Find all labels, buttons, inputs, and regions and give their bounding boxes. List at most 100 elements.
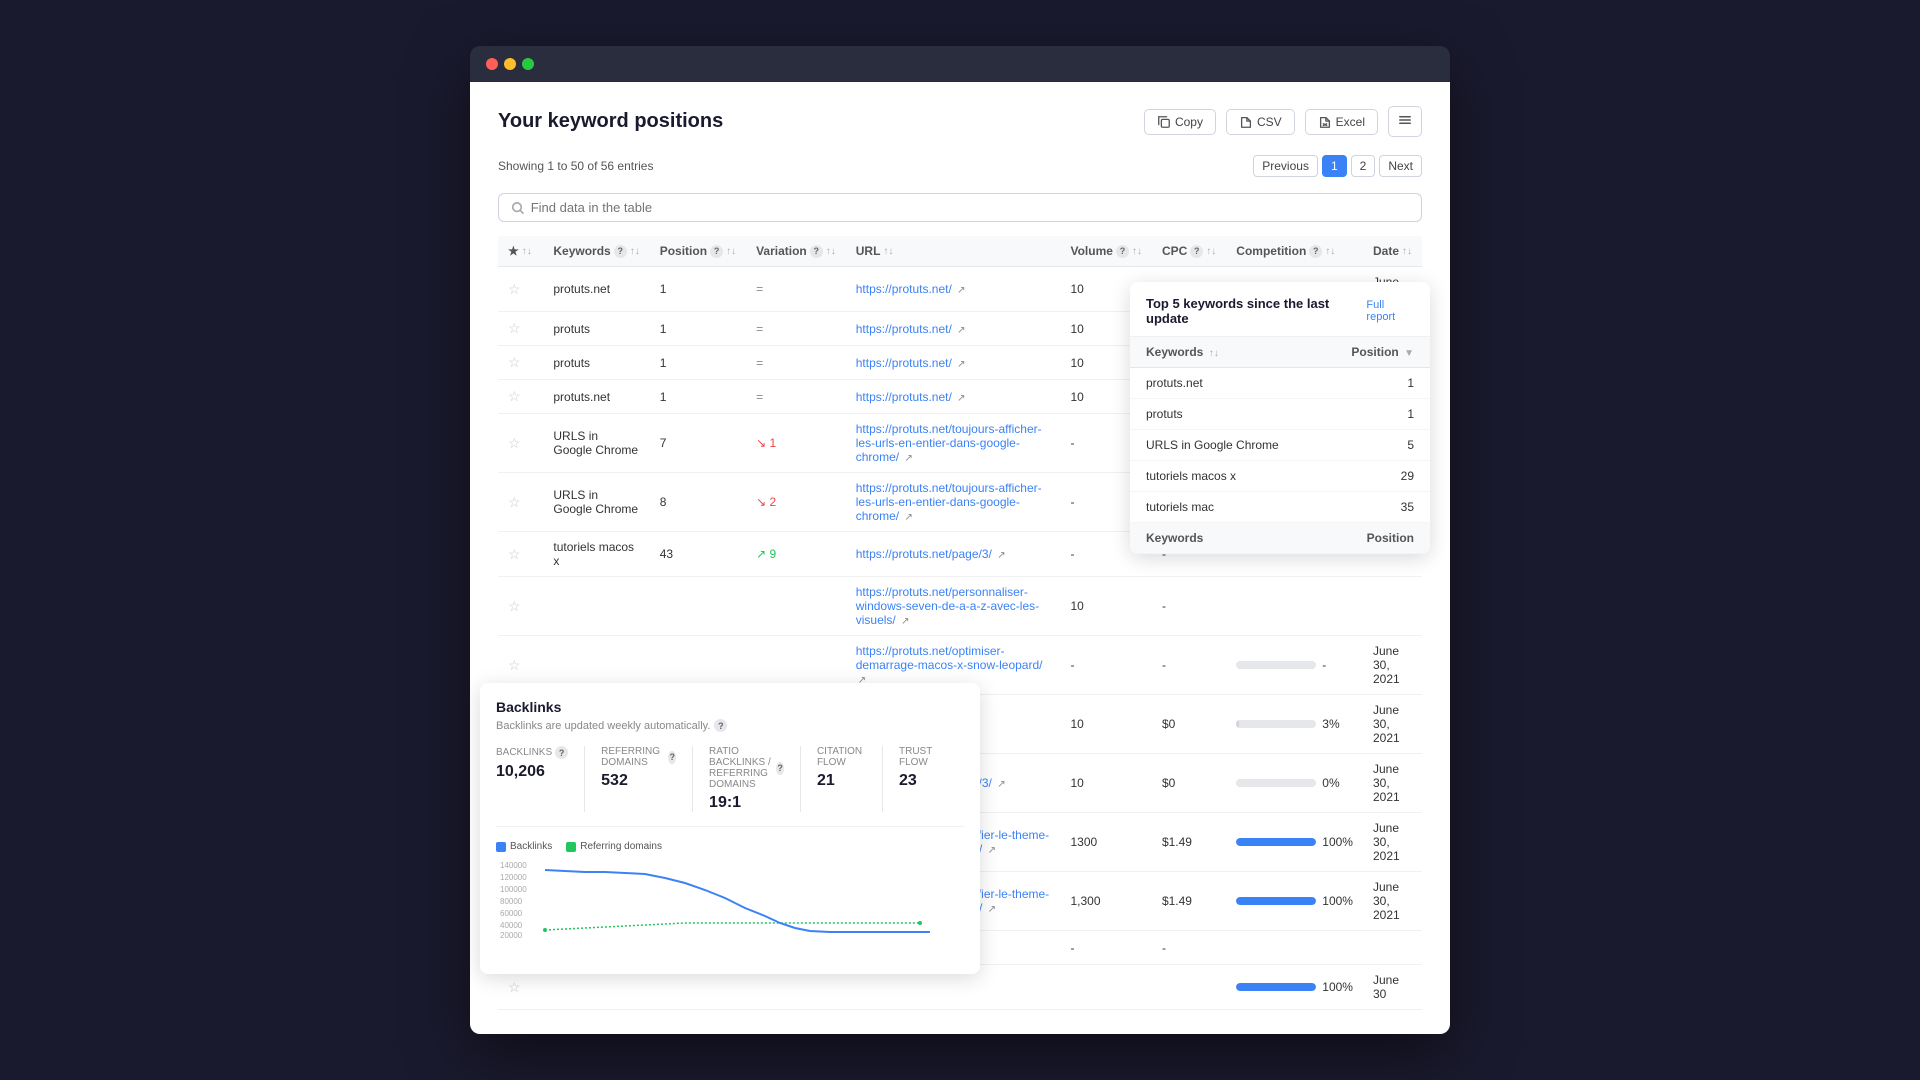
star-button[interactable]: ☆ xyxy=(508,281,521,298)
cpc-cell: $1.49 xyxy=(1152,872,1226,931)
backlinks-panel: Backlinks Backlinks are updated weekly a… xyxy=(480,683,980,974)
star-button[interactable]: ☆ xyxy=(508,979,521,996)
col-date[interactable]: Date ↑↓ xyxy=(1363,236,1422,267)
table-row: ☆ https://protuts.net/personnaliser-windo… xyxy=(498,577,1422,636)
date-cell: June 30 xyxy=(1363,965,1422,1010)
pagination: Previous 1 2 Next xyxy=(1253,155,1422,177)
position-cell: 1 xyxy=(650,312,746,346)
csv-button[interactable]: CSV xyxy=(1226,109,1295,135)
excel-button[interactable]: Excel xyxy=(1305,109,1378,135)
stat-backlinks: BACKLINKS ? 10,206 xyxy=(496,746,585,812)
tooltip-row: tutoriels macos x 29 xyxy=(1130,461,1430,492)
col-position[interactable]: Position ? ↑↓ xyxy=(650,236,746,267)
position-cell xyxy=(650,577,746,636)
date-cell: June 30, 2021 xyxy=(1363,872,1422,931)
competition-info-icon: ? xyxy=(1309,245,1322,258)
backlinks-count-info: ? xyxy=(555,746,568,759)
variation-cell: = xyxy=(746,267,846,312)
page-2-btn[interactable]: 2 xyxy=(1351,155,1376,177)
cpc-cell: - xyxy=(1152,636,1226,695)
full-report-link[interactable]: Full report xyxy=(1366,299,1414,323)
backlinks-stats: BACKLINKS ? 10,206 REFERRING DOMAINS ? 5… xyxy=(496,746,964,827)
search-input[interactable] xyxy=(531,200,1409,215)
next-page-btn[interactable]: Next xyxy=(1379,155,1422,177)
position-cell: 7 xyxy=(650,414,746,473)
svg-text:140000: 140000 xyxy=(500,861,527,870)
external-link-icon: ↗ xyxy=(957,359,965,370)
tooltip-keyword: tutoriels mac xyxy=(1130,492,1321,523)
page-title: Your keyword positions xyxy=(498,110,723,133)
competition-cell: 100% xyxy=(1226,872,1363,931)
chart-legend: Backlinks Referring domains xyxy=(496,841,964,852)
page-1-btn[interactable]: 1 xyxy=(1322,155,1347,177)
url-link[interactable]: https://protuts.net/toujours-afficher-le… xyxy=(856,422,1042,464)
close-dot[interactable] xyxy=(486,58,498,70)
external-link-icon: ↗ xyxy=(988,845,996,856)
competition-bar xyxy=(1236,720,1316,728)
competition-pct: 100% xyxy=(1322,835,1353,849)
url-link[interactable]: https://protuts.net/ ↗ xyxy=(856,282,966,296)
copy-button[interactable]: Copy xyxy=(1144,109,1216,135)
competition-fill xyxy=(1236,983,1316,991)
legend-referring-dot xyxy=(566,842,576,852)
variation-equal: = xyxy=(756,322,763,336)
col-url[interactable]: URL ↑↓ xyxy=(846,236,1061,267)
url-link[interactable]: https://protuts.net/page/3/ ↗ xyxy=(856,547,1006,561)
col-favorite: ★ ↑↓ xyxy=(498,236,543,267)
url-link[interactable]: https://protuts.net/ ↗ xyxy=(856,322,966,336)
star-button[interactable]: ☆ xyxy=(508,435,521,452)
star-button[interactable]: ☆ xyxy=(508,354,521,371)
menu-button[interactable] xyxy=(1388,106,1422,137)
url-link[interactable]: https://protuts.net/optimiser-demarrage-… xyxy=(856,644,1043,686)
url-link[interactable]: https://protuts.net/toujours-afficher-le… xyxy=(856,481,1042,523)
keyword-cell: URLS in Google Chrome xyxy=(543,473,649,532)
col-cpc[interactable]: CPC ? ↑↓ xyxy=(1152,236,1226,267)
col-competition[interactable]: Competition ? ↑↓ xyxy=(1226,236,1363,267)
keyword-cell: protuts xyxy=(543,312,649,346)
prev-page-btn[interactable]: Previous xyxy=(1253,155,1318,177)
tooltip-col-keywords[interactable]: Keywords ↑↓ xyxy=(1130,337,1321,368)
cpc-cell xyxy=(1152,965,1226,1010)
svg-text:80000: 80000 xyxy=(500,897,523,906)
tooltip-col-position[interactable]: Position ▼ xyxy=(1321,337,1430,368)
star-button[interactable]: ☆ xyxy=(508,546,521,563)
star-button[interactable]: ☆ xyxy=(508,320,521,337)
star-button[interactable]: ☆ xyxy=(508,388,521,405)
legend-referring: Referring domains xyxy=(566,841,662,852)
maximize-dot[interactable] xyxy=(522,58,534,70)
cpc-cell: $1.49 xyxy=(1152,813,1226,872)
competition-pct: - xyxy=(1322,658,1326,672)
svg-text:120000: 120000 xyxy=(500,873,527,882)
svg-text:20000: 20000 xyxy=(500,931,523,938)
tooltip-header: Top 5 keywords since the last update Ful… xyxy=(1130,282,1430,337)
volume-cell: 1300 xyxy=(1060,813,1151,872)
tooltip-table: Keywords ↑↓ Position ▼ protuts.net 1 pro… xyxy=(1130,337,1430,554)
tooltip-position: 5 xyxy=(1321,430,1430,461)
url-link[interactable]: https://protuts.net/ ↗ xyxy=(856,390,966,404)
position-cell: 1 xyxy=(650,380,746,414)
col-keywords[interactable]: Keywords ? ↑↓ xyxy=(543,236,649,267)
variation-info-icon: ? xyxy=(810,245,823,258)
col-variation[interactable]: Variation ? ↑↓ xyxy=(746,236,846,267)
minimize-dot[interactable] xyxy=(504,58,516,70)
url-link[interactable]: https://protuts.net/personnaliser-window… xyxy=(856,585,1039,627)
competition-bar xyxy=(1236,661,1316,669)
tooltip-title: Top 5 keywords since the last update xyxy=(1146,296,1366,326)
backlinks-subtitle: Backlinks are updated weekly automatical… xyxy=(496,719,964,732)
star-button[interactable]: ☆ xyxy=(508,657,521,674)
url-link[interactable]: https://protuts.net/ ↗ xyxy=(856,356,966,370)
date-cell: June 30, 2021 xyxy=(1363,813,1422,872)
competition-cell: 100% xyxy=(1226,965,1363,1010)
ratio-info: ? xyxy=(776,762,784,775)
star-button[interactable]: ☆ xyxy=(508,598,521,615)
copy-label: Copy xyxy=(1175,115,1203,129)
cpc-cell: - xyxy=(1152,577,1226,636)
col-volume[interactable]: Volume ? ↑↓ xyxy=(1060,236,1151,267)
external-link-icon: ↗ xyxy=(988,904,996,915)
tooltip-keyword: protuts.net xyxy=(1130,368,1321,399)
entries-count: Showing 1 to 50 of 56 entries xyxy=(498,159,653,173)
date-cell xyxy=(1363,931,1422,965)
star-button[interactable]: ☆ xyxy=(508,494,521,511)
backlinks-chart-area: 140000 120000 100000 80000 60000 40000 2… xyxy=(496,858,964,958)
svg-text:100000: 100000 xyxy=(500,885,527,894)
